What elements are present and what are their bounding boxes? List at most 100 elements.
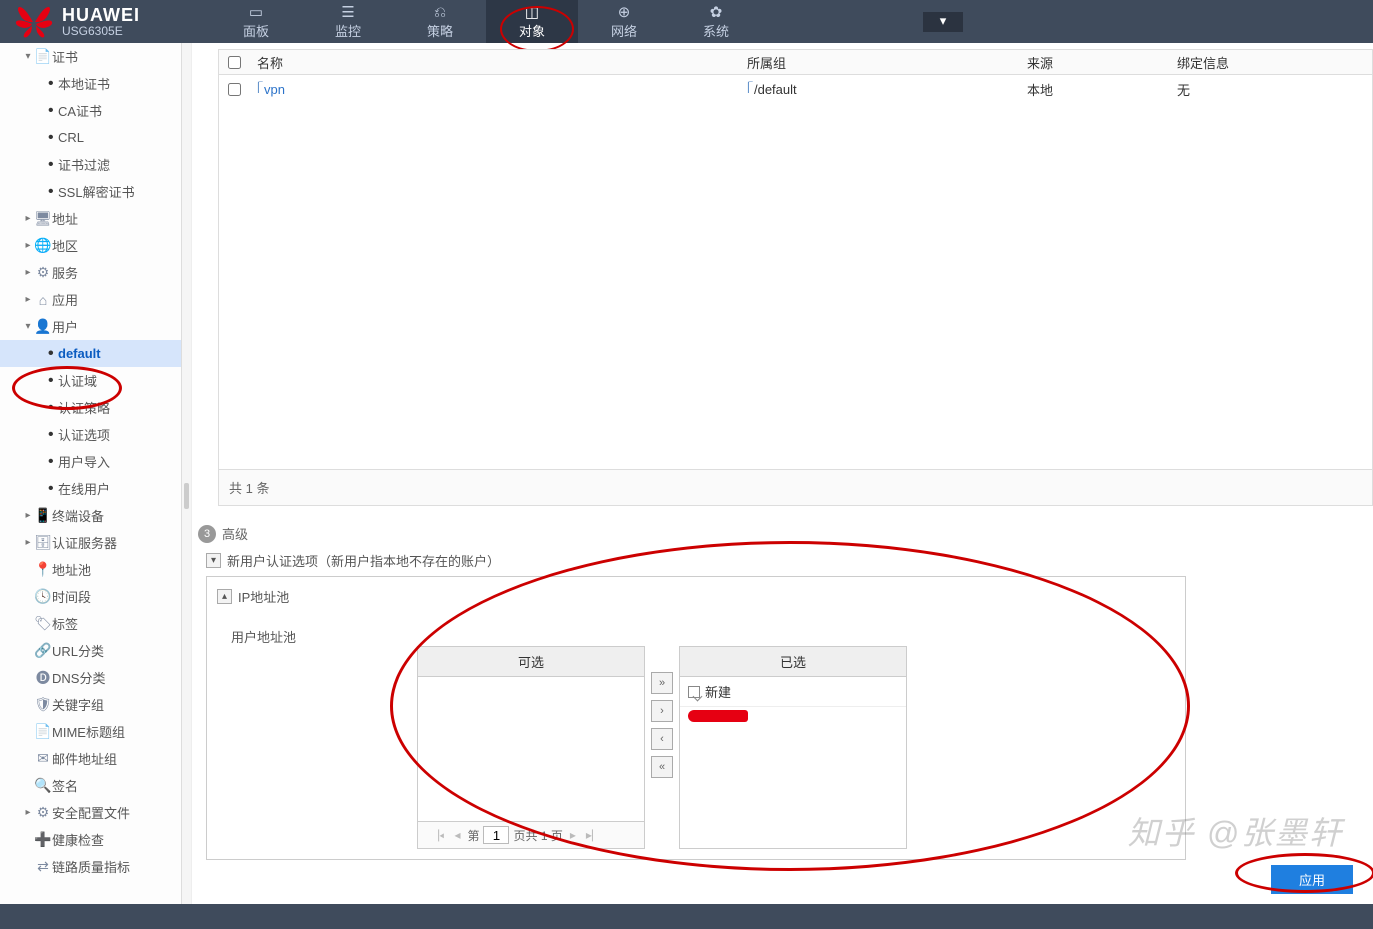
tree-toggle-icon[interactable]: ▸ (22, 240, 34, 251)
sidebar-item-27[interactable]: 🔍签名 (0, 772, 181, 799)
sidebar-item-30[interactable]: ⇄链路质量指标 (0, 853, 181, 880)
sidebar-item-13[interactable]: •认证策略 (0, 394, 181, 421)
new-pool-button[interactable]: 新建 (680, 677, 906, 707)
sidebar-item-22[interactable]: 🔗URL分类 (0, 637, 181, 664)
row-bind: 无 (1169, 80, 1372, 99)
tree-toggle-icon[interactable]: ▸ (22, 213, 34, 224)
tree-toggle-icon[interactable]: ▾ (22, 321, 34, 332)
main-panel: 名称 所属组 来源 绑定信息 ᥬvpn ᥬ/default 本地 无 共 1 条… (192, 43, 1373, 904)
table-row[interactable]: ᥬvpn ᥬ/default 本地 无 (219, 75, 1372, 103)
tree-toggle-icon[interactable]: ▸ (22, 807, 34, 818)
sidebar-item-label: 标签 (52, 614, 78, 633)
user-pool-label: 用户地址池 (231, 627, 296, 646)
pager-prev-icon[interactable]: ◂ (451, 828, 463, 842)
sidebar-item-26[interactable]: ✉邮件地址组 (0, 745, 181, 772)
sidebar-item-16[interactable]: •在线用户 (0, 475, 181, 502)
th-name[interactable]: 名称 (249, 53, 739, 72)
new-label: 新建 (705, 682, 731, 701)
row-name[interactable]: vpn (264, 82, 285, 97)
nav-tab-monitor[interactable]: ☰监控 (302, 0, 394, 43)
sidebar-icon: 👤 (34, 318, 52, 335)
sidebar-item-28[interactable]: ▸⚙安全配置文件 (0, 799, 181, 826)
sidebar-item-21[interactable]: 🏷标签 (0, 610, 181, 637)
row-source: 本地 (1019, 80, 1169, 99)
pager-first-icon[interactable]: ⎹◂ (424, 828, 447, 843)
sidebar-icon: 🕓 (34, 588, 52, 605)
brand-block: HUAWEI USG6305E (0, 0, 210, 43)
th-group[interactable]: 所属组 (739, 53, 1019, 72)
pager-page-input[interactable] (483, 826, 509, 844)
ip-pool-header-row[interactable]: ▴ IP地址池 (217, 587, 1175, 606)
available-body[interactable] (418, 677, 644, 821)
collapse-toggle-icon[interactable]: ▴ (217, 589, 232, 604)
sidebar-icon: 🏷 (34, 615, 52, 632)
move-left-button[interactable]: ‹ (651, 728, 673, 750)
sidebar-item-25[interactable]: 📄MIME标题组 (0, 718, 181, 745)
sidebar-item-2[interactable]: •CA证书 (0, 97, 181, 124)
move-all-left-button[interactable]: « (651, 756, 673, 778)
user-table-header: 名称 所属组 来源 绑定信息 (218, 49, 1373, 75)
row-checkbox[interactable] (228, 83, 241, 96)
sidebar-item-19[interactable]: 📍地址池 (0, 556, 181, 583)
ip-pool-title: IP地址池 (238, 587, 289, 606)
th-bind[interactable]: 绑定信息 (1169, 53, 1372, 72)
nav-tab-object[interactable]: ◫对象 (486, 0, 578, 43)
collapse-toggle-icon[interactable]: ▾ (206, 553, 221, 568)
chosen-item-redacted[interactable] (688, 710, 748, 722)
sidebar-item-20[interactable]: 🕓时间段 (0, 583, 181, 610)
step3-label: 高级 (222, 524, 248, 543)
select-all-checkbox[interactable] (228, 56, 241, 69)
pager-last-icon[interactable]: ▸⎸ (583, 828, 607, 843)
sidebar-item-11[interactable]: •default (0, 340, 181, 367)
nav-tab-network[interactable]: ⊕网络 (578, 0, 670, 43)
group-icon: ᥬ (747, 81, 750, 97)
bullet-icon: • (48, 183, 58, 201)
brand-name: HUAWEI (62, 6, 140, 24)
new-user-option-row[interactable]: ▾ 新用户认证选项（新用户指本地不存在的账户） (206, 551, 1373, 570)
sidebar-item-4[interactable]: •证书过滤 (0, 151, 181, 178)
sidebar-item-6[interactable]: ▸🖥地址 (0, 205, 181, 232)
sidebar-icon: 🌐 (34, 237, 52, 254)
system-icon: ✿ (710, 4, 723, 21)
sidebar-item-9[interactable]: ▸⌂应用 (0, 286, 181, 313)
step3-header: 3 高级 (198, 524, 1373, 543)
sidebar-icon: 🔍 (34, 777, 52, 794)
nav-tab-policy[interactable]: ⎌策略 (394, 0, 486, 43)
sidebar-item-label: 时间段 (52, 587, 91, 606)
sidebar-item-23[interactable]: 🅓DNS分类 (0, 664, 181, 691)
sidebar-item-8[interactable]: ▸⚙服务 (0, 259, 181, 286)
tree-toggle-icon[interactable]: ▸ (22, 537, 34, 548)
sidebar-item-29[interactable]: ➕健康检查 (0, 826, 181, 853)
sidebar-item-12[interactable]: •认证域 (0, 367, 181, 394)
sidebar-item-0[interactable]: ▾📄证书 (0, 43, 181, 70)
sidebar-item-1[interactable]: •本地证书 (0, 70, 181, 97)
sidebar-item-24[interactable]: 🛡关键字组 (0, 691, 181, 718)
move-all-right-button[interactable]: » (651, 672, 673, 694)
tree-toggle-icon[interactable]: ▸ (22, 267, 34, 278)
nav-tab-dashboard[interactable]: ▭面板 (210, 0, 302, 43)
user-table-body: ᥬvpn ᥬ/default 本地 无 (218, 75, 1373, 470)
tree-toggle-icon[interactable]: ▸ (22, 294, 34, 305)
apply-button[interactable]: 应用 (1271, 865, 1353, 894)
sidebar-item-5[interactable]: •SSL解密证书 (0, 178, 181, 205)
th-source[interactable]: 来源 (1019, 53, 1169, 72)
chosen-body[interactable]: 新建 (680, 677, 906, 821)
sidebar-item-3[interactable]: •CRL (0, 124, 181, 151)
pager-next-icon[interactable]: ▸ (567, 828, 579, 842)
sidebar-resize-handle[interactable] (182, 43, 192, 904)
tree-toggle-icon[interactable]: ▾ (22, 51, 34, 62)
move-right-button[interactable]: › (651, 700, 673, 722)
sidebar-item-15[interactable]: •用户导入 (0, 448, 181, 475)
bullet-icon: • (48, 372, 58, 390)
sidebar-item-label: 签名 (52, 776, 78, 795)
sidebar-item-14[interactable]: •认证选项 (0, 421, 181, 448)
sidebar-item-10[interactable]: ▾👤用户 (0, 313, 181, 340)
sidebar-item-18[interactable]: ▸🗄认证服务器 (0, 529, 181, 556)
sidebar-item-label: 本地证书 (58, 74, 110, 93)
header-dropdown[interactable]: ▾ (923, 12, 963, 32)
nav-tab-system[interactable]: ✿系统 (670, 0, 762, 43)
sidebar-item-label: 地址 (52, 209, 78, 228)
sidebar-item-17[interactable]: ▸📱终端设备 (0, 502, 181, 529)
sidebar-item-7[interactable]: ▸🌐地区 (0, 232, 181, 259)
tree-toggle-icon[interactable]: ▸ (22, 510, 34, 521)
